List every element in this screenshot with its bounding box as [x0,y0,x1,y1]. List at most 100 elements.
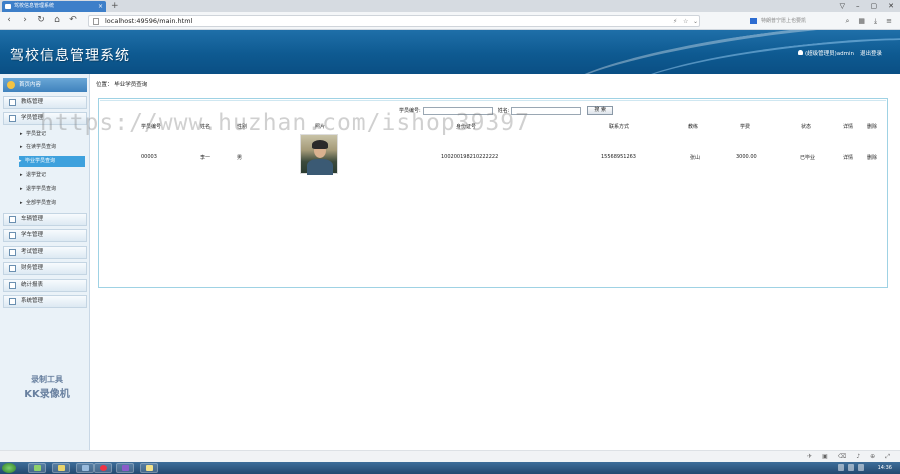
minimize-icon[interactable]: – [856,0,860,12]
browser-toolbar: ⌕ ▦ ⤓ ≡ [845,15,892,27]
search-engine-icon [750,18,757,24]
taskbar-app-chrome[interactable] [94,463,112,473]
url-watermark: https://www.huzhan.com/ishop39397 [40,110,530,136]
home-icon[interactable]: ⌂ [52,15,62,26]
statusbar-icons: ✈ ▣ ⌫ ♪ ⊕ ⤢ [807,452,890,462]
recorder-watermark-line2: KK录像机 [24,389,70,400]
folder-icon [9,115,16,122]
address-bar[interactable]: localhost:49596/main.html ⚡ ☆ ⌄ [88,15,700,27]
close-window-icon[interactable]: ✕ [888,0,894,12]
sound-icon[interactable]: ♪ [856,452,860,462]
sidebar-item-label: 考试管理 [21,249,44,255]
cell-id: 00003 [141,154,157,160]
download-icon[interactable]: ⤓ [874,15,877,27]
taskbar-app[interactable] [140,463,158,473]
trash-icon[interactable]: ⌫ [838,452,846,462]
apps-icon[interactable]: ▦ [858,15,865,27]
sidebar-home-label: 首页内容 [19,82,42,88]
window-controls: ▽ – ▢ ✕ [840,0,894,12]
sidebar-subitem-withdraw[interactable]: 退学登记 [20,170,80,181]
recorder-watermark: 录制工具 KK录像机 [14,374,80,400]
logout-link[interactable]: 退出登录 [860,49,882,57]
back-icon[interactable]: ‹ [4,15,14,26]
hamburger-menu-icon[interactable]: ≡ [886,15,892,27]
sidebar-item-label: 系统管理 [21,298,44,304]
start-button-icon[interactable] [2,463,16,473]
sidebar-item-training[interactable]: 学车管理 [3,229,87,242]
search-button[interactable]: 搜 索 [587,106,613,115]
taskbar-app[interactable] [28,463,46,473]
new-tab-button[interactable]: + [111,0,119,12]
taskbar-app-vs[interactable] [116,463,134,473]
sidebar-item-label: 财务管理 [21,265,44,271]
rocket-icon[interactable]: ✈ [807,452,812,462]
close-tab-icon[interactable]: × [98,1,103,12]
star-icon[interactable]: ☆ [683,16,688,27]
search-box[interactable]: 特朗普宁愿上也要凯 [750,15,830,27]
column-header: 详情 [843,124,854,130]
folder-icon [9,216,16,223]
taskbar-app[interactable] [52,463,70,473]
forward-icon[interactable]: › [20,15,30,26]
os-taskbar: 14:36 [0,462,900,474]
cell-detail-link[interactable]: 详情 [843,154,853,161]
sidebar-item-reports[interactable]: 统计报表 [3,279,87,292]
browser-statusbar: ✈ ▣ ⌫ ♪ ⊕ ⤢ [0,450,900,462]
window-icon[interactable]: ▣ [822,452,828,462]
sidebar-item-system[interactable]: 系统管理 [3,295,87,308]
breadcrumb-value: 毕业学员查询 [114,82,148,88]
column-header: 状态 [801,124,812,130]
tray-icon[interactable] [858,464,864,471]
sidebar-item-label: 车辆管理 [21,216,44,222]
search-placeholder: 特朗普宁愿上也要凯 [761,18,807,24]
column-header: 联系方式 [609,124,630,130]
sidebar-subitem-enrolled[interactable]: 在读学员查询 [20,142,80,153]
page-favicon-icon [5,4,11,9]
zoom-icon[interactable]: ⊕ [870,452,875,462]
url-text[interactable]: localhost:49596/main.html [105,16,192,27]
cell-coach: 张山 [690,155,701,161]
user-icon [797,50,803,55]
folder-icon [9,298,16,305]
app-title: 驾校信息管理系统 [10,48,130,64]
sidebar-subitem-all[interactable]: 全部学员查询 [20,198,80,209]
cell-delete-link[interactable]: 删除 [867,154,877,161]
undo-icon[interactable]: ↶ [68,15,78,26]
reload-icon[interactable]: ↻ [36,15,46,26]
sidebar-home[interactable]: 首页内容 [3,78,87,92]
student-photo [300,134,338,175]
menu-icon[interactable]: ▽ [840,0,845,12]
search-icon[interactable]: ⌕ [845,15,849,27]
folder-icon [9,282,16,289]
page-icon [93,18,99,25]
fullscreen-icon[interactable]: ⤢ [885,452,890,462]
sidebar-item-coach[interactable]: 教练管理 [3,96,87,109]
column-header: 删除 [867,124,878,130]
sidebar-item-exam[interactable]: 考试管理 [3,246,87,259]
tab-title: 驾校信息管理系统 [14,3,55,9]
cell-phone: 15568951263 [601,154,636,160]
sidebar-item-vehicle[interactable]: 车辆管理 [3,213,87,226]
cell-gender: 男 [237,155,243,161]
current-user: (超级管理员)admin [797,49,854,57]
maximize-icon[interactable]: ▢ [871,0,878,12]
user-name: (超级管理员)admin [804,51,854,57]
browser-tabbar: 驾校信息管理系统 × + ▽ – ▢ ✕ [0,0,900,12]
taskbar-app[interactable] [76,463,94,473]
tray-icon[interactable] [838,464,844,471]
sidebar-item-finance[interactable]: 财务管理 [3,262,87,275]
recorder-watermark-line1: 录制工具 [31,375,63,384]
dropdown-icon[interactable]: ⌄ [693,16,698,27]
browser-tab[interactable]: 驾校信息管理系统 × [2,1,106,12]
taskbar-clock: 14:36 [877,465,892,471]
photo-body [307,159,333,175]
folder-icon [9,99,16,106]
folder-icon [9,249,16,256]
breadcrumb-label: 位置： [96,82,113,88]
breadcrumb: 位置： 毕业学员查询 [96,80,147,88]
flash-icon[interactable]: ⚡ [673,16,677,27]
tray-icon[interactable] [848,464,854,471]
user-bar: (超级管理员)admin 退出登录 [797,49,882,57]
sidebar-subitem-withdrawn[interactable]: 退学学员查询 [20,184,80,195]
sidebar-subitem-graduated[interactable]: 毕业学员查询 [19,156,85,167]
